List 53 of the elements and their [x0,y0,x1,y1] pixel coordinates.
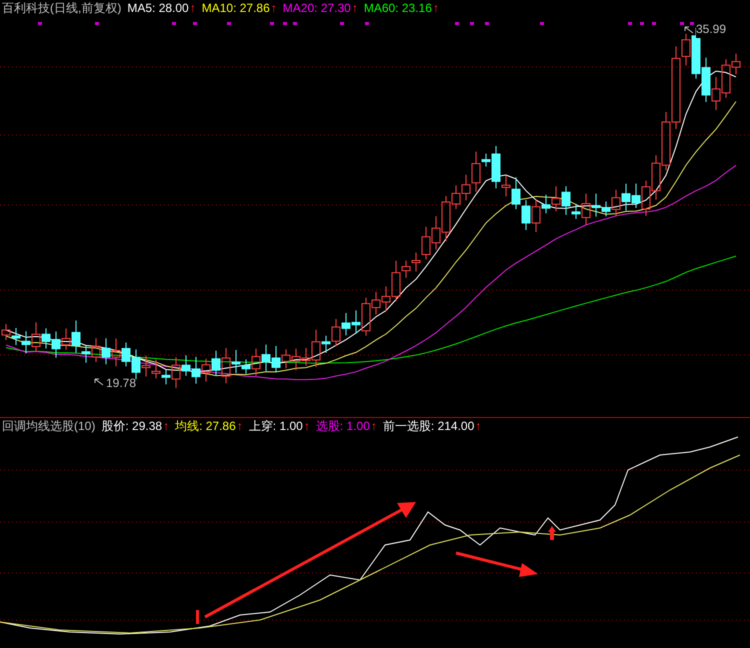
indicator-reading: 均线: 27.86 [175,418,236,434]
candlestick [342,312,350,336]
signal-arrow-icon [548,526,556,540]
up-arrow-mark: ↑ [270,0,277,16]
indicator-reading: MA60: 23.16 [364,0,432,16]
candlestick [142,355,150,378]
candlestick [522,200,530,230]
candlestick [132,348,140,380]
candlestick [652,154,660,200]
candlestick [152,358,160,379]
chart-title: 百利科技(日线,前复权) [2,0,122,16]
candlestick [22,330,30,354]
indicator-reading: 前一选股: 214.00 [382,418,474,434]
up-arrow-mark: ↑ [190,0,196,16]
indicator-reading: 选股: 1.00 [316,418,370,434]
candlestick [202,358,210,382]
low-price-label: 19.78 [106,375,136,392]
up-arrow-mark: ↑ [236,418,243,434]
candlestick [92,338,100,362]
indicator-reading: 股价: 29.38 [101,418,162,434]
leader-line [684,26,694,34]
candlestick [552,186,560,212]
candlestick [622,183,630,212]
candlestick [662,112,670,171]
candlestick [212,350,220,376]
candlestick [712,76,720,110]
up-arrow-mark: ↑ [370,418,377,434]
candlestick [292,348,300,371]
candlestick [12,328,20,346]
candlestick [272,346,280,373]
chart-title: 回调均线选股(10) [2,418,96,434]
indicator-reading: MA20: 27.30 [282,0,351,16]
up-arrow-mark: ↑ [352,0,358,16]
indicator-reading: 上穿: 1.00 [248,418,303,434]
candlestick [2,324,10,340]
high-price-label: 35.99 [696,20,726,38]
candlestick [432,216,440,250]
candlestick [52,331,60,358]
up-arrow-mark: ↑ [304,418,310,434]
candlestick [192,356,200,384]
candlestick [112,338,120,367]
candlestick [282,348,290,369]
candlestick [262,344,270,372]
candlestick [122,342,130,367]
signal-marker [196,610,199,624]
up-arrow-mark: ↑ [432,0,439,16]
indicator-reading: MA10: 27.86 [202,0,270,16]
candlestick [702,57,710,102]
candlestick [102,338,110,365]
leader-line [94,378,104,386]
indicator-reading: MA5: 28.00 [127,0,189,16]
up-arrow-mark: ↑ [163,418,170,434]
up-arrow-mark: ↑ [475,418,482,434]
